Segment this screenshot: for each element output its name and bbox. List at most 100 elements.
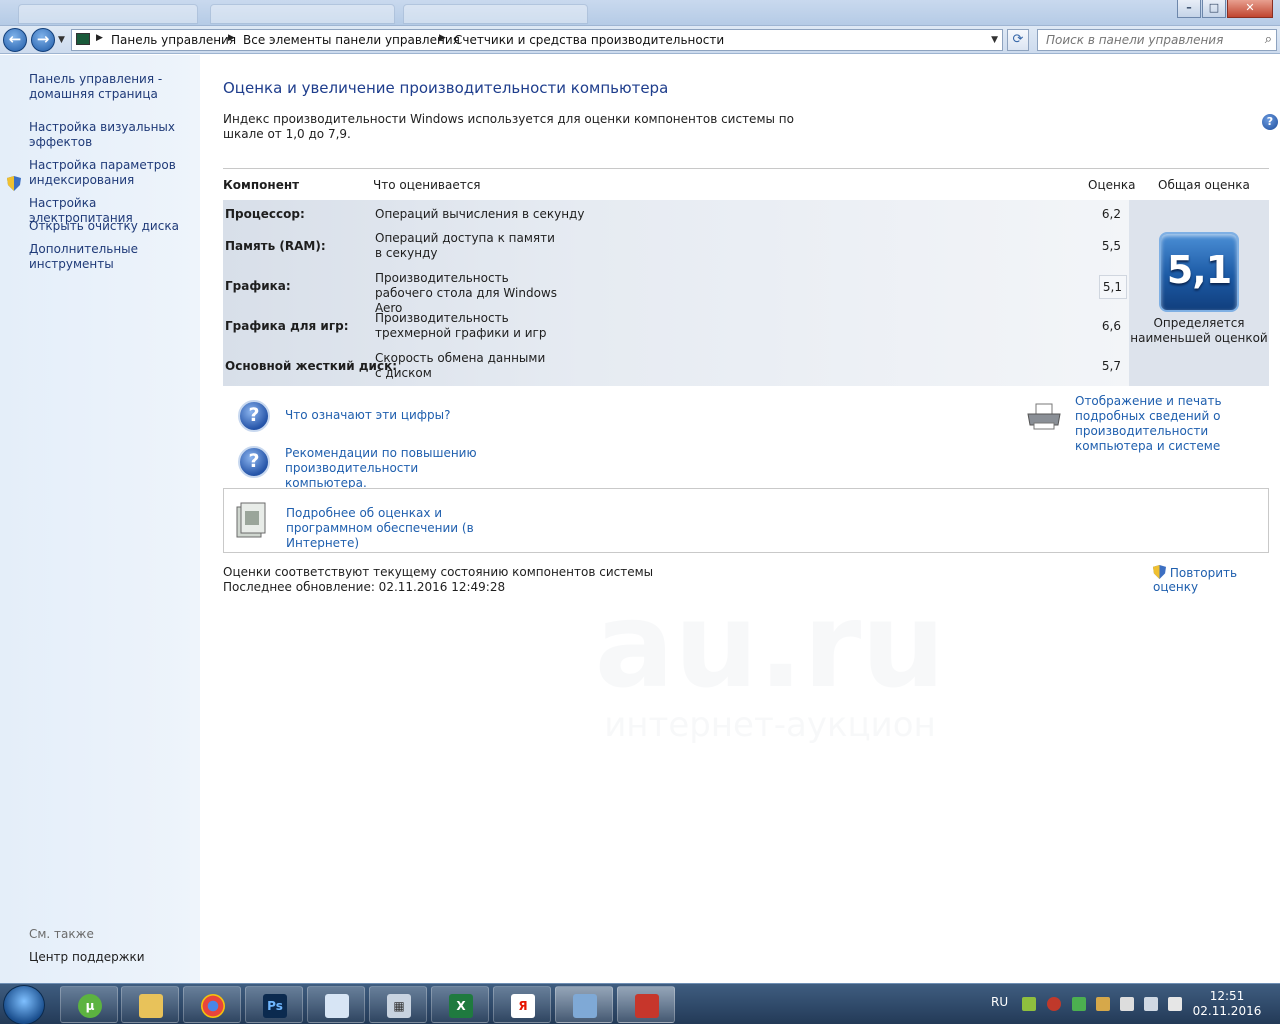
sidebar-item-home[interactable]: Панель управления - домашняя страница — [29, 72, 179, 102]
row-score: 5,7 — [1101, 359, 1121, 373]
close-button[interactable]: ✕ — [1227, 0, 1273, 18]
system-clock[interactable]: 12:51 02.11.2016 — [1192, 989, 1262, 1019]
table-row: Процессор: Операций вычисления в секунду… — [223, 200, 1129, 226]
recent-pages-chevron-icon[interactable]: ▼ — [58, 35, 65, 45]
row-component: Процессор: — [225, 207, 305, 221]
sidebar-item-advanced-tools[interactable]: Дополнительные инструменты — [29, 242, 149, 272]
watermark-caption: интернет-аукцион — [604, 705, 936, 745]
start-button[interactable] — [3, 985, 45, 1024]
search-icon[interactable]: ⌕ — [1265, 32, 1272, 47]
header-component: Компонент — [223, 178, 300, 192]
table-row: Графика для игр: Производительность трех… — [223, 306, 1129, 346]
taskbar-app-paint[interactable] — [307, 986, 365, 1023]
navigation-bar: ← → ▼ ▶ Панель управления ▶ Все элементы… — [0, 26, 1280, 54]
photoshop-icon: Ps — [263, 994, 287, 1018]
maximize-button[interactable]: □ — [1202, 0, 1226, 18]
question-icon: ? — [238, 400, 270, 432]
taskbar-app-yandex[interactable]: Я — [493, 986, 551, 1023]
paint-icon — [325, 994, 349, 1018]
question-icon: ? — [238, 446, 270, 478]
breadcrumb-item[interactable]: Панель управления — [111, 33, 236, 47]
search-box[interactable]: ⌕ — [1037, 29, 1277, 51]
table-row: Графика: Производительность рабочего сто… — [223, 266, 1129, 315]
sidebar-item-visual-effects[interactable]: Настройка визуальных эффектов — [29, 120, 179, 150]
tray-shield-icon[interactable] — [1072, 997, 1086, 1011]
volume-icon[interactable] — [1168, 997, 1182, 1011]
taskbar-app-calculator[interactable]: ▦ — [369, 986, 427, 1023]
intro-text: Индекс производительности Windows исполь… — [223, 112, 794, 141]
clock-time: 12:51 — [1209, 989, 1245, 1003]
language-indicator[interactable]: RU — [991, 995, 1008, 1024]
table-header: Компонент Что оценивается Оценка Общая о… — [223, 169, 1269, 200]
sidebar-item-disk-cleanup[interactable]: Открыть очистку диска — [29, 219, 194, 234]
title-bar: – □ ✕ — [0, 0, 1280, 26]
breadcrumb-separator-icon: ▶ — [96, 33, 103, 43]
chrome-icon — [201, 994, 225, 1018]
status-text: Оценки соответствуют текущему состоянию … — [223, 565, 653, 595]
what-mean-link[interactable]: Что означают эти цифры? — [285, 408, 451, 423]
forward-button[interactable]: → — [31, 28, 55, 52]
row-score: 5,1 — [1099, 275, 1127, 299]
breadcrumb-separator-icon: ▶ — [439, 33, 446, 43]
sidebar: Панель управления - домашняя страница На… — [0, 55, 200, 983]
taskbar-app-photoshop[interactable]: Ps — [245, 986, 303, 1023]
watermark-logo: au.ru — [594, 576, 946, 714]
row-score: 6,2 — [1101, 207, 1121, 221]
background-tab — [403, 4, 588, 24]
row-score: 6,6 — [1101, 319, 1121, 333]
action-center-flag-icon[interactable] — [1120, 997, 1134, 1011]
help-icon[interactable]: ? — [1262, 114, 1278, 130]
minimize-button[interactable]: – — [1177, 0, 1201, 18]
row-score: 5,5 — [1101, 239, 1121, 253]
overall-score-caption: Определяется наименьшей оценкой — [1130, 316, 1268, 345]
sidebar-item-action-center[interactable]: Центр поддержки — [29, 950, 145, 965]
taskbar: µ Ps ▦ X Я RU 12:51 02.11.2016 — [0, 983, 1280, 1024]
address-dropdown-icon[interactable]: ▼ — [991, 35, 998, 45]
print-details-link[interactable]: Отображение и печать подробных сведений … — [1075, 394, 1275, 454]
more-info-link[interactable]: Подробнее об оценках и программном обесп… — [286, 506, 526, 551]
overall-score-panel: 5,1 Определяется наименьшей оценкой — [1129, 200, 1269, 386]
row-description: Операций вычисления в секунду — [375, 207, 585, 221]
background-tab — [210, 4, 395, 24]
breadcrumb-item[interactable]: Все элементы панели управления — [243, 33, 460, 47]
taskbar-app-excel[interactable]: X — [431, 986, 489, 1023]
table-body: Процессор: Операций вычисления в секунду… — [223, 200, 1129, 386]
taskbar-app-chrome[interactable] — [183, 986, 241, 1023]
refresh-button[interactable]: ⟳ — [1007, 29, 1029, 51]
taskbar-app-toolbox[interactable] — [617, 986, 675, 1023]
row-description: Производительность трехмерной графики и … — [375, 311, 547, 340]
table-row: Память (RAM): Операций доступа к памяти … — [223, 226, 1129, 266]
taskbar-app-utorrent[interactable]: µ — [60, 986, 118, 1023]
printer-icon — [1027, 403, 1061, 430]
row-description: Операций доступа к памяти в секунду — [375, 231, 555, 260]
address-bar[interactable]: ▶ Панель управления ▶ Все элементы панел… — [71, 29, 1003, 51]
repeat-assessment-link[interactable]: Повторить оценку — [1153, 565, 1280, 594]
main-content: au.ru интернет-аукцион ? Оценка и увелич… — [200, 55, 1280, 983]
uac-shield-icon — [1153, 565, 1166, 579]
status-line: Оценки соответствуют текущему состоянию … — [223, 565, 654, 579]
tips-link[interactable]: Рекомендации по повышению производительн… — [285, 446, 485, 491]
excel-icon: X — [449, 994, 473, 1018]
network-icon[interactable] — [1144, 997, 1158, 1011]
breadcrumb-item[interactable]: Счетчики и средства производительности — [454, 33, 724, 47]
row-component: Память (RAM): — [225, 239, 326, 253]
search-input[interactable] — [1038, 30, 1253, 50]
folder-icon — [139, 994, 163, 1018]
yandex-icon: Я — [511, 994, 535, 1018]
table-row: Основной жесткий диск: Скорость обмена д… — [223, 346, 1129, 386]
back-button[interactable]: ← — [3, 28, 27, 52]
score-table: Компонент Что оценивается Оценка Общая о… — [223, 168, 1269, 386]
last-update: Последнее обновление: 02.11.2016 12:49:2… — [223, 580, 506, 594]
header-score: Оценка — [1088, 178, 1136, 192]
tray-speaker-icon[interactable] — [1096, 997, 1110, 1011]
utorrent-icon: µ — [78, 994, 102, 1018]
taskbar-app-control-panel[interactable] — [555, 986, 613, 1023]
control-panel-icon — [573, 994, 597, 1018]
see-also-label: См. также — [29, 927, 94, 941]
tray-antivirus-icon[interactable] — [1047, 997, 1061, 1011]
row-description: Скорость обмена данными с диском — [375, 351, 546, 380]
tray-app-icon[interactable] — [1022, 997, 1036, 1011]
taskbar-app-explorer[interactable] — [121, 986, 179, 1023]
calculator-icon: ▦ — [387, 994, 411, 1018]
sidebar-item-indexing[interactable]: Настройка параметров индексирования — [29, 158, 179, 188]
